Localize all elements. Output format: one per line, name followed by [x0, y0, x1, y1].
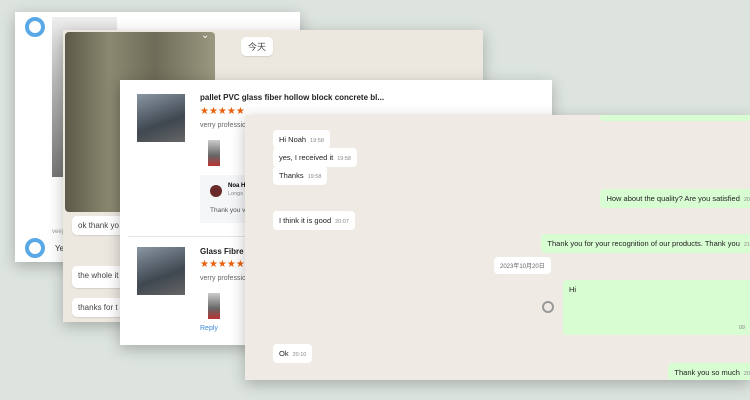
- whatsapp-chat-screenshot: Hi Noah 19:58 yes, I received it 19:58 Tha…: [245, 115, 750, 380]
- message: the whole it: [72, 266, 125, 288]
- message-bubble-in: Ok 20:10: [273, 344, 313, 363]
- message: ok thank yo: [72, 216, 125, 235]
- message-bubble-in: Thanks 19:58: [273, 166, 328, 185]
- reply-location: Longx: [228, 191, 243, 197]
- reply-link[interactable]: Reply: [200, 325, 218, 332]
- avatar: [210, 185, 222, 197]
- reply-text: Thank you v: [210, 207, 246, 214]
- avatar-icon: [25, 17, 45, 37]
- star-rating: ★★★★★: [200, 106, 245, 117]
- review-title[interactable]: pallet PVC glass fiber hollow block conc…: [200, 93, 384, 102]
- message-bubble-out: [600, 115, 750, 121]
- date-divider: 2023年10月20日: [494, 257, 551, 274]
- reply-name: Noa H: [228, 183, 246, 189]
- message-bubble-out: Thank you for your recognition of our pr…: [541, 234, 750, 253]
- message-bubble-in: yes, I received it 19:58: [273, 148, 357, 167]
- message-bubble-out: Thank you so much 20: [668, 363, 750, 380]
- message: thanks for t: [72, 298, 124, 317]
- message-bubble-in: I think it is good 20:07: [273, 211, 355, 230]
- forward-icon[interactable]: [542, 301, 554, 313]
- product-image: [137, 247, 185, 295]
- review-thumbnail[interactable]: [208, 293, 220, 319]
- message-bubble-in: Hi Noah 19:58: [273, 130, 330, 149]
- date-pill: 今天: [241, 37, 274, 56]
- review-thumbnail[interactable]: [208, 140, 220, 166]
- review-text: verry professio: [200, 275, 246, 282]
- avatar-icon: [25, 238, 45, 258]
- message-bubble-out: Hi 09: [563, 280, 750, 335]
- star-rating: ★★★★★: [200, 259, 245, 270]
- chevron-down-icon[interactable]: ⌄: [201, 30, 209, 41]
- review-text: verry professio: [200, 122, 246, 129]
- product-image: [137, 94, 185, 142]
- message-bubble-out: How about the quality? Are you satisfied…: [600, 189, 750, 208]
